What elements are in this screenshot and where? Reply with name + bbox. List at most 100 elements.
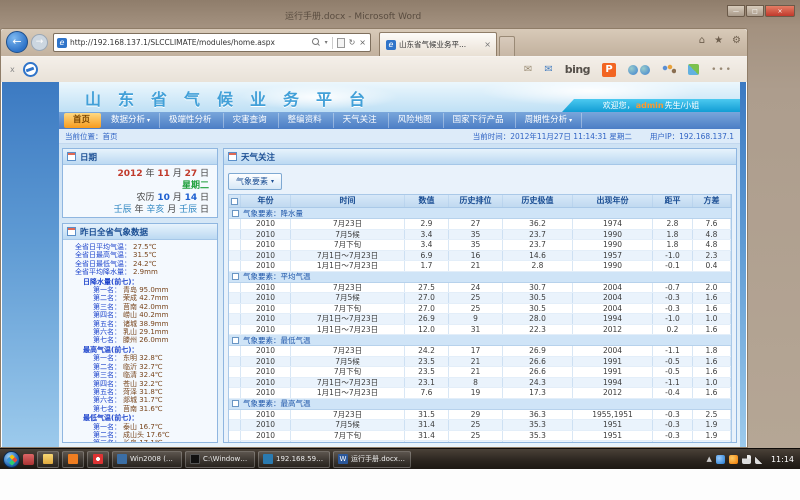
search-dropdown-icon[interactable]: ▾: [325, 39, 328, 46]
taskbar-task[interactable]: [37, 451, 59, 468]
tray-app-icon[interactable]: [716, 455, 725, 464]
header-checkbox[interactable]: [231, 198, 238, 205]
close-button[interactable]: ×: [765, 5, 795, 17]
volume-icon[interactable]: [755, 455, 764, 464]
table-row[interactable]: 2010 7月1日～7月23日 6.9 16 14.6 1957: [229, 251, 731, 262]
table-row[interactable]: 2010 7月23日 2.9 27 36.2 1974 2.8: [229, 219, 731, 230]
url-text[interactable]: http://192.168.137.1/SLCCLIMATE/modules/…: [70, 38, 308, 47]
tab-close-icon[interactable]: ×: [482, 40, 493, 49]
taskbar-task[interactable]: [62, 451, 84, 468]
table-row[interactable]: 2010 7月23日 24.2 17 26.9 2004 -1.: [229, 346, 731, 357]
table-row[interactable]: 2010 7月下旬 31.4 25 35.3 1951 -0.3: [229, 431, 731, 442]
table-row[interactable]: 2010 7月5候 23.5 21 26.6 1991 -0.5: [229, 357, 731, 368]
minimize-button[interactable]: —: [727, 5, 745, 17]
mail-icon-2[interactable]: ✉: [544, 64, 552, 75]
taskbar-task[interactable]: Win2008 (VS2...: [112, 451, 182, 468]
address-bar[interactable]: e http://192.168.137.1/SLCCLIMATE/module…: [53, 33, 371, 52]
table-row[interactable]: 2010 7月下旬 23.5 21 26.6 1991 -0.5: [229, 367, 731, 378]
maximize-button[interactable]: □: [746, 5, 764, 17]
back-button[interactable]: ←: [6, 31, 28, 53]
col-hist-rank: 历史排位: [449, 195, 503, 207]
nav-item[interactable]: 周期性分析▾: [516, 113, 583, 128]
calendar-line: 农历 10 月 14 日: [71, 192, 209, 204]
table-row[interactable]: 2010 1月1日～7月23日 1.7 21 2.8 1990: [229, 261, 731, 272]
desktop: 运行手册.docx - Microsoft Word — □ × ← → e h…: [0, 0, 800, 500]
page-content: 山东省气候业务平台 欢迎您，admin 先生/小姐 首页 数据分析▾: [59, 82, 740, 447]
nav-item[interactable]: 国家下行产品: [444, 113, 516, 128]
table-body: 气象要素：降水量 2010: [229, 208, 731, 442]
nav-item[interactable]: 风险地图: [389, 113, 444, 128]
nav-item[interactable]: 数据分析▾: [102, 113, 160, 128]
site-header: 山东省气候业务平台 欢迎您，admin 先生/小姐: [59, 82, 740, 112]
search-icon[interactable]: [312, 38, 321, 47]
group-checkbox[interactable]: [232, 273, 239, 280]
table-row[interactable]: 2010 7月1日～7月23日 26.9 9 28.0 1994: [229, 314, 731, 325]
taskbar: 山东省气候业务平... W: [0, 448, 800, 469]
forward-button[interactable]: →: [31, 34, 48, 51]
nav-item[interactable]: 整编资料: [279, 113, 334, 128]
paw-icon[interactable]: [662, 64, 676, 76]
taskbar-task[interactable]: 192.168.59.99...: [258, 451, 330, 468]
puzzle-icon[interactable]: [688, 64, 699, 75]
table-row[interactable]: 2010 7月下旬 3.4 35 23.7 1990 1.8: [229, 240, 731, 251]
tools-gear-icon[interactable]: ⚙: [732, 35, 741, 46]
taskbar-task[interactable]: 运行手册.docx -...: [333, 451, 411, 468]
network-icon[interactable]: [742, 455, 751, 464]
nav-item[interactable]: 极端性分析: [160, 113, 224, 128]
table-row[interactable]: 2010 7月下旬 27.0 25 30.5 2004 -0.3: [229, 304, 731, 315]
stop-icon[interactable]: ×: [359, 38, 366, 47]
more-options-icon[interactable]: •••: [711, 65, 733, 75]
group-checkbox[interactable]: [232, 210, 239, 217]
table-row[interactable]: 2010 7月5候 3.4 35 23.7 1990 1.8: [229, 230, 731, 241]
toolbar-app-icon[interactable]: [23, 62, 38, 77]
calendar-icon: [67, 152, 76, 161]
toolbar-circle-icons[interactable]: [628, 65, 650, 75]
group-header-row[interactable]: 气象要素：最高气温: [229, 399, 731, 410]
group-header-row[interactable]: 气象要素：最低气温: [229, 335, 731, 346]
mail-icon[interactable]: ✉: [524, 64, 532, 75]
element-filter-button[interactable]: 气象要素▾: [228, 173, 282, 190]
table-row[interactable]: 2010 7月1日～7月23日 23.1 8 24.3 1994: [229, 378, 731, 389]
welcome-suffix: 先生/小姐: [665, 100, 700, 111]
compatibility-view-icon[interactable]: [337, 38, 345, 48]
start-button[interactable]: [3, 451, 20, 468]
taskbar-task[interactable]: [87, 451, 109, 468]
taskbar-clock[interactable]: 11:14: [771, 455, 794, 464]
rank-section: 日降水量(前七)： 第一名：青岛 95.0mm: [65, 278, 215, 345]
bing-logo[interactable]: bing: [565, 63, 590, 76]
nav-item[interactable]: 首页: [64, 113, 101, 128]
refresh-icon[interactable]: ↻: [349, 38, 356, 47]
tab-title[interactable]: 山东省气候业务平...: [399, 39, 482, 50]
table-row[interactable]: 2010 1月1日～7月23日 7.6 19 17.3 2012: [229, 388, 731, 399]
new-tab-button[interactable]: [499, 36, 515, 56]
table-row[interactable]: 2010 7月1日～7月23日 31.5 9 33.0 1997: [229, 441, 731, 442]
col-variance: 方差: [693, 195, 731, 207]
group-checkbox[interactable]: [232, 400, 239, 407]
home-icon[interactable]: ⌂: [699, 35, 705, 46]
rank-section-title: 日降水量(前七)：: [65, 278, 215, 286]
user-ip: 用户IP：192.168.137.1: [650, 131, 734, 142]
favorites-icon[interactable]: ★: [714, 35, 723, 46]
weather-focus-body: 气象要素▾ 年份 时间 数值 历史排位 历史极值: [224, 165, 736, 442]
table-row[interactable]: 2010 7月23日 27.5 24 30.7 2004 -0.: [229, 283, 731, 294]
group-header-row[interactable]: 气象要素：平均气温: [229, 272, 731, 283]
browser-tab[interactable]: e 山东省气候业务平... ×: [379, 32, 497, 56]
table-row[interactable]: 2010 1月1日～7月23日 12.0 31 22.3 2012: [229, 325, 731, 336]
main-nav: 首页 数据分析▾ 极端性分析 灾害查询: [59, 112, 740, 129]
rank-row: 第二名：临沂 32.7℃: [65, 363, 215, 371]
toolbar-close-icon[interactable]: x: [10, 65, 15, 74]
page-viewport: 山东省气候业务平台 欢迎您，admin 先生/小姐 首页 数据分析▾: [2, 82, 746, 447]
group-header-row[interactable]: 气象要素：降水量: [229, 208, 731, 219]
tray-expand-icon[interactable]: ▲: [707, 455, 712, 463]
table-row[interactable]: 2010 7月5候 27.0 25 30.5 2004 -0.3: [229, 293, 731, 304]
nav-item[interactable]: 天气关注: [334, 113, 389, 128]
group-checkbox[interactable]: [232, 337, 239, 344]
table-header-row: 年份 时间 数值 历史排位 历史极值 出现年份 距平 方差: [229, 195, 731, 208]
tray-app-icon-2[interactable]: [729, 455, 738, 464]
table-row[interactable]: 2010 7月23日 31.5 29 36.3 1955,1951: [229, 410, 731, 421]
nav-item[interactable]: 灾害查询: [224, 113, 279, 128]
p-app-icon[interactable]: P: [602, 63, 616, 77]
table-row[interactable]: 2010 7月5候 31.4 25 35.3 1951 -0.3: [229, 420, 731, 431]
taskbar-task[interactable]: C:\Windows\s...: [185, 451, 255, 468]
pinned-app-icon[interactable]: [23, 454, 34, 465]
